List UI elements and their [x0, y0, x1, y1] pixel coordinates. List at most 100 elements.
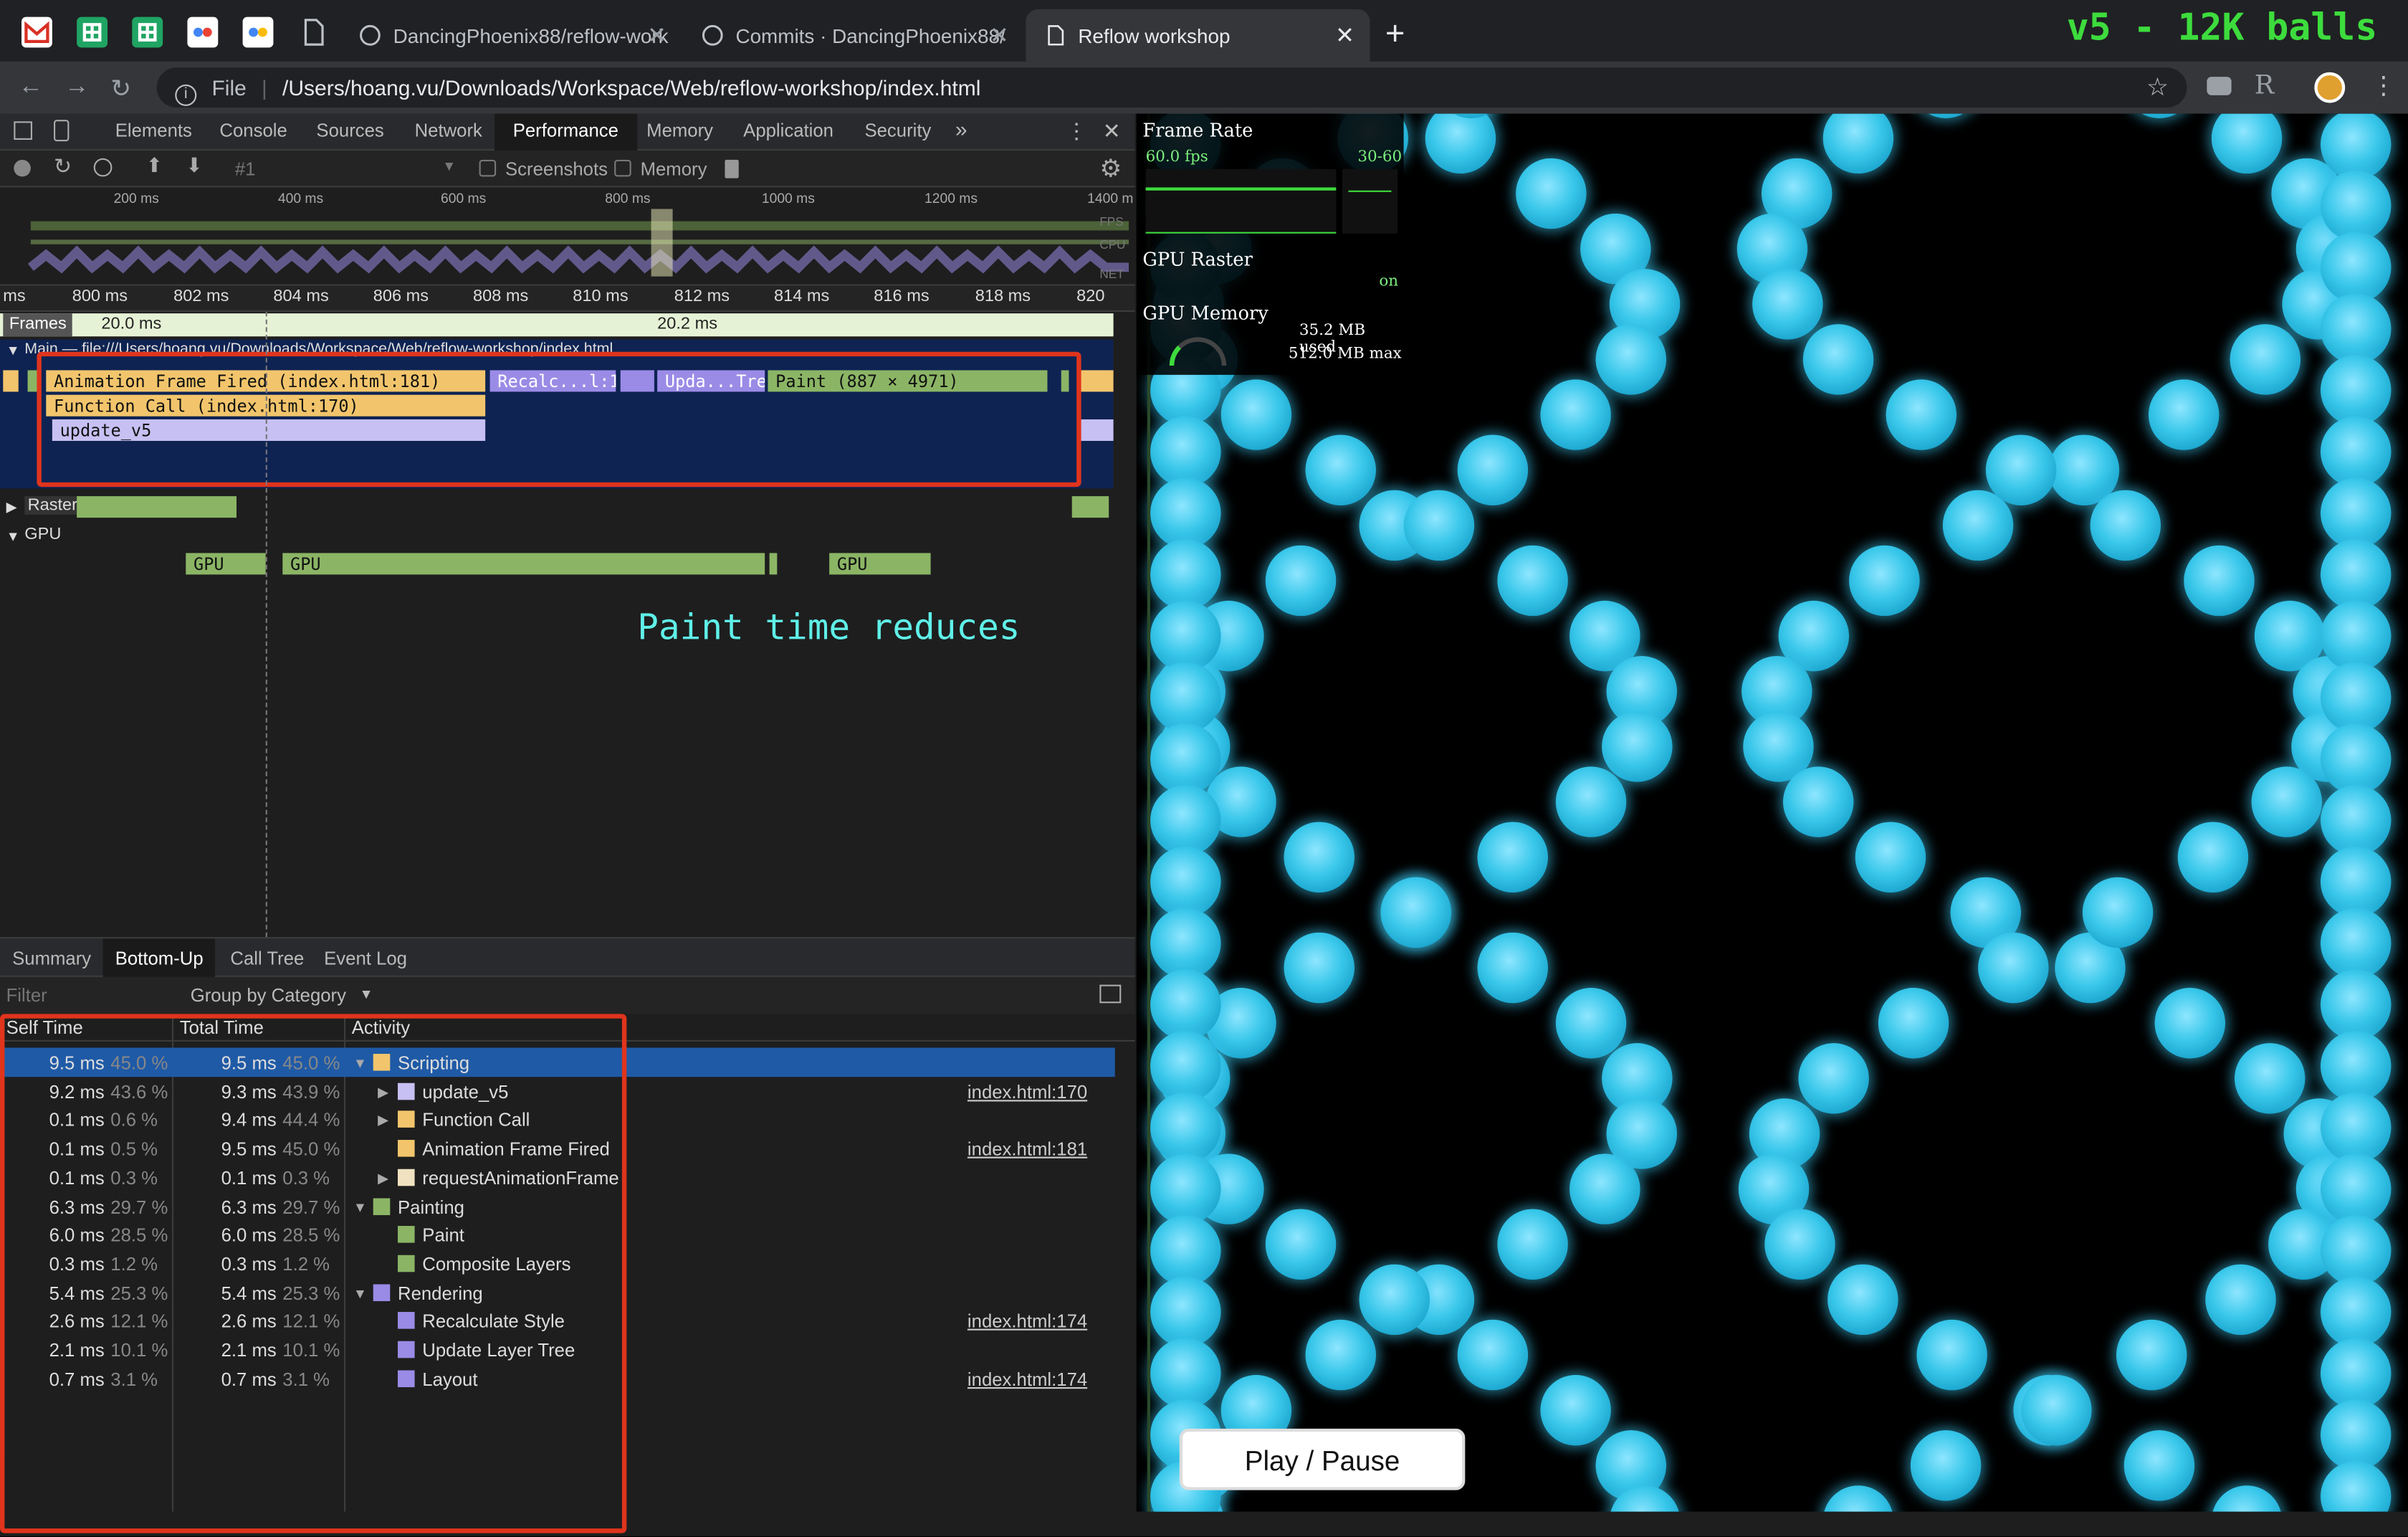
document-icon	[1048, 25, 1064, 46]
ball	[1885, 379, 1956, 450]
toggle-sidebar-icon[interactable]	[1099, 984, 1122, 1004]
ball	[2320, 1338, 2392, 1409]
app-pinned-tab-2[interactable]	[242, 16, 274, 48]
tab-summary[interactable]: Summary	[12, 948, 91, 969]
tab-event-log[interactable]: Event Log	[324, 948, 407, 969]
tab-label: Commits · DancingPhoenix88/	[735, 24, 1005, 48]
recording-select[interactable]: #1	[235, 158, 256, 180]
source-link[interactable]: index.html:174	[968, 1311, 1087, 1333]
source-link[interactable]: index.html:170	[968, 1081, 1087, 1103]
ball	[1910, 1430, 1981, 1501]
screenshots-checkbox[interactable]	[479, 159, 497, 177]
address-bar[interactable]: i File | /Users/hoang.vu/Downloads/Works…	[156, 67, 2187, 108]
back-icon[interactable]: ←	[19, 74, 43, 102]
flame-bar-small[interactable]	[1078, 370, 1114, 392]
ball	[2090, 490, 2161, 561]
ball	[1284, 932, 1355, 1004]
trash-icon[interactable]	[725, 159, 739, 179]
tab-github-repo[interactable]: DancingPhoenix88/reflow-work ✕	[341, 9, 682, 62]
ball	[1150, 1092, 1221, 1164]
camera-icon[interactable]	[2207, 77, 2232, 95]
tab-security[interactable]: Security	[864, 120, 931, 141]
flame-bar-small[interactable]	[3, 370, 19, 392]
collapse-arrow-icon[interactable]: ▼	[6, 528, 20, 543]
document-pinned-tab[interactable]	[298, 17, 329, 48]
ruler-tick: 810 ms	[573, 287, 629, 306]
gpu-block[interactable]: GPU	[829, 553, 931, 575]
forward-icon[interactable]: →	[64, 74, 89, 102]
ball	[2116, 1319, 2187, 1391]
record-icon[interactable]	[14, 159, 31, 177]
cursor-time-marker	[265, 312, 267, 938]
devtools-menu-icon[interactable]: ⋮	[1066, 118, 1087, 144]
load-profile-icon[interactable]: ⬆	[146, 153, 163, 178]
device-toolbar-icon[interactable]	[54, 120, 70, 142]
gmail-pinned-tab[interactable]	[22, 16, 52, 48]
avatar[interactable]	[2314, 72, 2346, 103]
filter-input[interactable]	[6, 981, 173, 1009]
tab-reflow-workshop[interactable]: Reflow workshop ✕	[1026, 9, 1370, 62]
overview-tick: 1200 ms	[924, 190, 978, 206]
flame-bar-small[interactable]	[1078, 419, 1114, 442]
ball	[1878, 987, 1949, 1059]
reload-profile-icon[interactable]: ↻	[54, 153, 72, 179]
clear-icon[interactable]	[93, 158, 113, 177]
collapse-arrow-icon[interactable]: ▼	[6, 343, 20, 358]
bookmark-star-icon[interactable]: ☆	[2146, 72, 2169, 103]
group-by-select[interactable]: Group by Category	[191, 985, 346, 1007]
tab-application[interactable]: Application	[743, 120, 833, 141]
gpu-raster-label: GPU Raster	[1142, 249, 1253, 271]
ball	[1403, 490, 1474, 561]
play-pause-button[interactable]: Play / Pause	[1179, 1428, 1466, 1490]
tab-network[interactable]: Network	[415, 120, 482, 141]
tab-bottom-up[interactable]: Bottom-Up	[102, 938, 216, 977]
r-extension-icon[interactable]: R	[2255, 71, 2274, 102]
flame-chart[interactable]: Frames 20.0 ms 20.2 ms ▼ Main — file:///…	[0, 312, 1135, 938]
inspect-element-icon[interactable]	[14, 121, 33, 141]
tab-elements[interactable]: Elements	[115, 120, 192, 141]
settings-gear-icon[interactable]: ⚙	[1099, 153, 1122, 184]
more-tabs-icon[interactable]: »	[955, 117, 968, 141]
app-pinned-tab[interactable]	[187, 16, 219, 48]
gpu-block[interactable]	[769, 553, 778, 575]
close-tab-icon[interactable]: ✕	[1335, 22, 1354, 49]
tab-call-tree[interactable]: Call Tree	[230, 948, 304, 969]
info-icon[interactable]: i	[175, 84, 197, 106]
fps-graph	[1145, 168, 1337, 234]
gpu-block[interactable]: GPU	[186, 553, 266, 575]
github-icon	[702, 24, 723, 46]
tab-console[interactable]: Console	[219, 120, 287, 141]
ball	[1150, 539, 1221, 610]
memory-checkbox[interactable]	[614, 159, 631, 177]
close-devtools-icon[interactable]: ✕	[1103, 118, 1121, 144]
gpu-block[interactable]: GPU	[282, 553, 765, 575]
sheets-pinned-tab-2[interactable]	[132, 16, 163, 48]
scheme-label: File	[211, 75, 247, 100]
close-tab-icon[interactable]: ✕	[647, 22, 666, 49]
ball	[2020, 1374, 2091, 1446]
ball	[2320, 170, 2392, 242]
ball	[2082, 877, 2154, 948]
ball	[1540, 1374, 1612, 1446]
save-profile-icon[interactable]: ⬇	[186, 153, 202, 178]
sheets-pinned-tab[interactable]	[77, 16, 108, 48]
tab-performance[interactable]: Performance	[494, 113, 637, 151]
menu-icon[interactable]: ⋮	[2371, 71, 2396, 102]
filter-bar: Group by Category ▼	[0, 976, 1135, 1014]
source-link[interactable]: index.html:174	[968, 1369, 1087, 1390]
close-tab-icon[interactable]: ✕	[990, 22, 1009, 49]
raster-block	[1071, 496, 1109, 518]
tab-sources[interactable]: Sources	[316, 120, 383, 141]
timeline-overview[interactable]: 200 ms 400 ms 600 ms 800 ms 1000 ms 1200…	[0, 187, 1135, 286]
new-tab-button[interactable]: +	[1385, 14, 1405, 54]
gmail-icon	[24, 21, 49, 44]
fps-histogram	[1342, 168, 1398, 234]
tab-commits[interactable]: Commits · DancingPhoenix88/ ✕	[684, 9, 1025, 62]
ball	[2320, 232, 2392, 303]
expand-arrow-icon[interactable]: ▶	[6, 499, 17, 516]
tab-memory[interactable]: Memory	[646, 120, 713, 141]
source-link[interactable]: index.html:181	[968, 1138, 1087, 1160]
reload-icon[interactable]: ↻	[110, 74, 131, 105]
ball	[1304, 1319, 1376, 1391]
ball	[1555, 987, 1627, 1059]
